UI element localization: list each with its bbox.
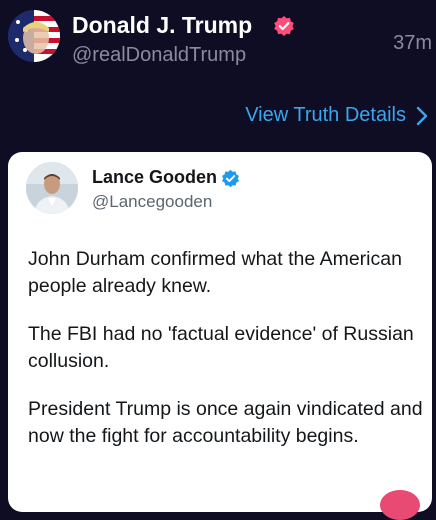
embed-paragraph: President Trump is once again vindicated… — [28, 398, 423, 447]
embed-author-handle[interactable]: @Lancegooden — [92, 192, 212, 212]
view-truth-details-link[interactable]: View Truth Details — [245, 104, 428, 127]
view-truth-details-label: View Truth Details — [245, 104, 406, 126]
author-handle[interactable]: @realDonaldTrump — [72, 44, 246, 67]
embed-avatar[interactable] — [26, 162, 78, 214]
embedded-tweet-card[interactable]: Lance Gooden @Lancegooden John Durham co… — [8, 152, 432, 512]
verified-badge-icon — [274, 16, 294, 36]
author-name[interactable]: Donald J. Trump — [72, 12, 252, 39]
avatar[interactable] — [8, 10, 60, 62]
embed-author-name[interactable]: Lance Gooden — [92, 167, 217, 188]
embed-paragraph: The FBI had no 'factual evidence' of Rus… — [28, 323, 414, 372]
verified-badge-icon — [222, 169, 239, 188]
post-header: Donald J. Trump @realDonaldTrump 37m — [0, 0, 436, 90]
embed-body: John Durham confirmed what the American … — [28, 246, 423, 471]
embed-paragraph: John Durham confirmed what the American … — [28, 248, 402, 297]
chevron-right-icon — [416, 106, 428, 125]
reaction-button[interactable] — [380, 490, 420, 520]
post-timestamp: 37m — [393, 32, 432, 54]
